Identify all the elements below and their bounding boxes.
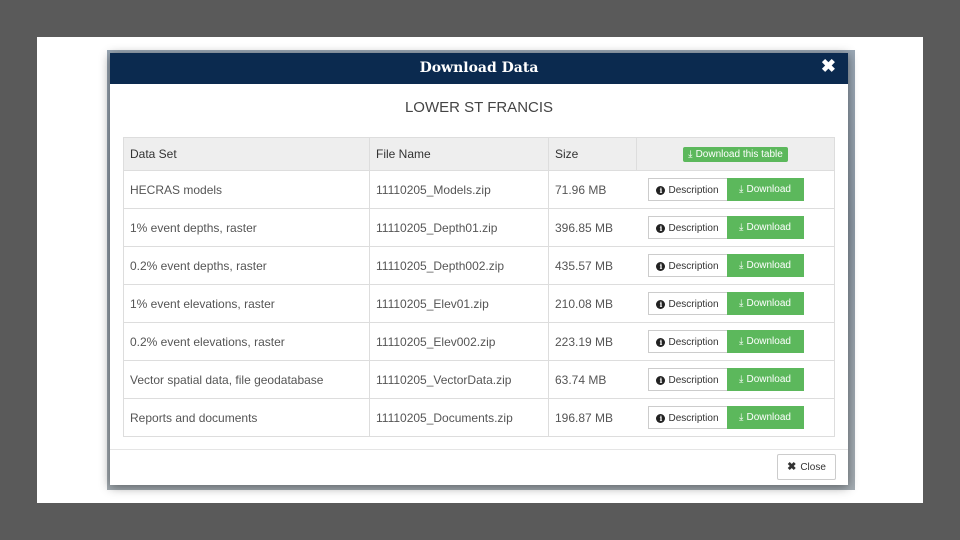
table-row: HECRAS models 11110205_Models.zip 71.96 … <box>123 170 835 209</box>
close-icon[interactable]: ✖ <box>821 56 836 76</box>
download-label: Download <box>746 336 791 347</box>
download-table-label: Download this table <box>695 149 783 160</box>
cell-file-name: 11110205_Models.zip <box>369 170 549 209</box>
cell-size: 71.96 MB <box>548 170 637 209</box>
info-circle-icon: i <box>656 414 666 423</box>
download-icon: ⤓ <box>739 298 744 309</box>
cell-data-set: 1% event depths, raster <box>123 208 370 247</box>
cell-actions: i Description ⤓ Download <box>636 170 835 209</box>
description-button[interactable]: i Description <box>647 178 728 201</box>
table-row: 0.2% event depths, raster 11110205_Depth… <box>123 246 835 285</box>
download-button[interactable]: ⤓ Download <box>726 292 804 315</box>
table-row: Vector spatial data, file geodatabase 11… <box>123 360 835 399</box>
download-button[interactable]: ⤓ Download <box>726 178 804 201</box>
cell-data-set: 0.2% event depths, raster <box>123 246 370 285</box>
download-label: Download <box>746 412 791 423</box>
modal-header: Download Data ✖ <box>110 53 848 84</box>
download-button[interactable]: ⤓ Download <box>726 216 804 239</box>
description-button[interactable]: i Description <box>647 254 728 277</box>
cell-actions: i Description ⤓ Download <box>636 360 835 399</box>
download-label: Download <box>746 260 791 271</box>
cell-actions: i Description ⤓ Download <box>636 208 835 247</box>
description-button[interactable]: i Description <box>647 368 728 391</box>
cell-data-set: Reports and documents <box>123 398 370 437</box>
download-icon: ⤓ <box>739 184 744 195</box>
header-actions: ⤓ Download this table <box>636 137 835 171</box>
cell-size: 196.87 MB <box>548 398 637 437</box>
download-label: Download <box>746 222 791 233</box>
description-button[interactable]: i Description <box>647 406 728 429</box>
cell-data-set: HECRAS models <box>123 170 370 209</box>
area-title: LOWER ST FRANCIS <box>404 99 554 116</box>
description-label: Description <box>668 413 719 424</box>
table-row: 1% event depths, raster 11110205_Depth01… <box>123 208 835 247</box>
modal-footer: ✖ Close <box>110 449 848 485</box>
download-button[interactable]: ⤓ Download <box>726 406 804 429</box>
info-circle-icon: i <box>656 224 666 233</box>
description-button[interactable]: i Description <box>647 330 728 353</box>
table-header-row: Data Set File Name Size ⤓ Download this t… <box>123 137 835 171</box>
header-file-name: File Name <box>369 137 549 171</box>
close-button[interactable]: ✖ Close <box>777 454 836 480</box>
modal-title: Download Data <box>419 60 539 76</box>
cell-actions: i Description ⤓ Download <box>636 246 835 285</box>
download-button[interactable]: ⤓ Download <box>726 254 804 277</box>
cell-file-name: 11110205_Depth01.zip <box>369 208 549 247</box>
header-size: Size <box>548 137 637 171</box>
cell-actions: i Description ⤓ Download <box>636 398 835 437</box>
download-button[interactable]: ⤓ Download <box>726 368 804 391</box>
info-circle-icon: i <box>656 300 666 309</box>
cell-size: 223.19 MB <box>548 322 637 361</box>
cell-file-name: 11110205_Documents.zip <box>369 398 549 437</box>
download-icon: ⤓ <box>688 149 693 160</box>
download-icon: ⤓ <box>739 222 744 233</box>
table-row: Reports and documents 11110205_Documents… <box>123 398 835 437</box>
download-data-modal: Download Data ✖ LOWER ST FRANCIS Data Se… <box>110 53 848 485</box>
download-button[interactable]: ⤓ Download <box>726 330 804 353</box>
download-icon: ⤓ <box>739 260 744 271</box>
download-label: Download <box>746 374 791 385</box>
description-label: Description <box>668 261 719 272</box>
table-row: 0.2% event elevations, raster 11110205_E… <box>123 322 835 361</box>
description-label: Description <box>668 337 719 348</box>
cell-size: 210.08 MB <box>548 284 637 323</box>
description-button[interactable]: i Description <box>647 216 728 239</box>
cell-actions: i Description ⤓ Download <box>636 284 835 323</box>
info-circle-icon: i <box>656 262 666 271</box>
data-table: Data Set File Name Size ⤓ Download this t… <box>123 137 835 437</box>
download-table-button[interactable]: ⤓ Download this table <box>683 147 788 162</box>
cell-size: 63.74 MB <box>548 360 637 399</box>
download-label: Download <box>746 298 791 309</box>
download-icon: ⤓ <box>739 412 744 423</box>
close-label: Close <box>800 462 826 473</box>
description-button[interactable]: i Description <box>647 292 728 315</box>
info-circle-icon: i <box>656 376 666 385</box>
cell-size: 435.57 MB <box>548 246 637 285</box>
cell-file-name: 11110205_Depth002.zip <box>369 246 549 285</box>
cell-data-set: 1% event elevations, raster <box>123 284 370 323</box>
cell-data-set: 0.2% event elevations, raster <box>123 322 370 361</box>
header-data-set: Data Set <box>123 137 370 171</box>
table-row: 1% event elevations, raster 11110205_Ele… <box>123 284 835 323</box>
info-circle-icon: i <box>656 186 666 195</box>
cell-data-set: Vector spatial data, file geodatabase <box>123 360 370 399</box>
info-circle-icon: i <box>656 338 666 347</box>
cell-file-name: 11110205_Elev002.zip <box>369 322 549 361</box>
download-icon: ⤓ <box>739 336 744 347</box>
description-label: Description <box>668 223 719 234</box>
cell-actions: i Description ⤓ Download <box>636 322 835 361</box>
description-label: Description <box>668 375 719 386</box>
cell-file-name: 11110205_Elev01.zip <box>369 284 549 323</box>
cell-file-name: 11110205_VectorData.zip <box>369 360 549 399</box>
description-label: Description <box>668 185 719 196</box>
description-label: Description <box>668 299 719 310</box>
cell-size: 396.85 MB <box>548 208 637 247</box>
download-icon: ⤓ <box>739 374 744 385</box>
download-label: Download <box>746 184 791 195</box>
close-icon: ✖ <box>787 461 797 473</box>
